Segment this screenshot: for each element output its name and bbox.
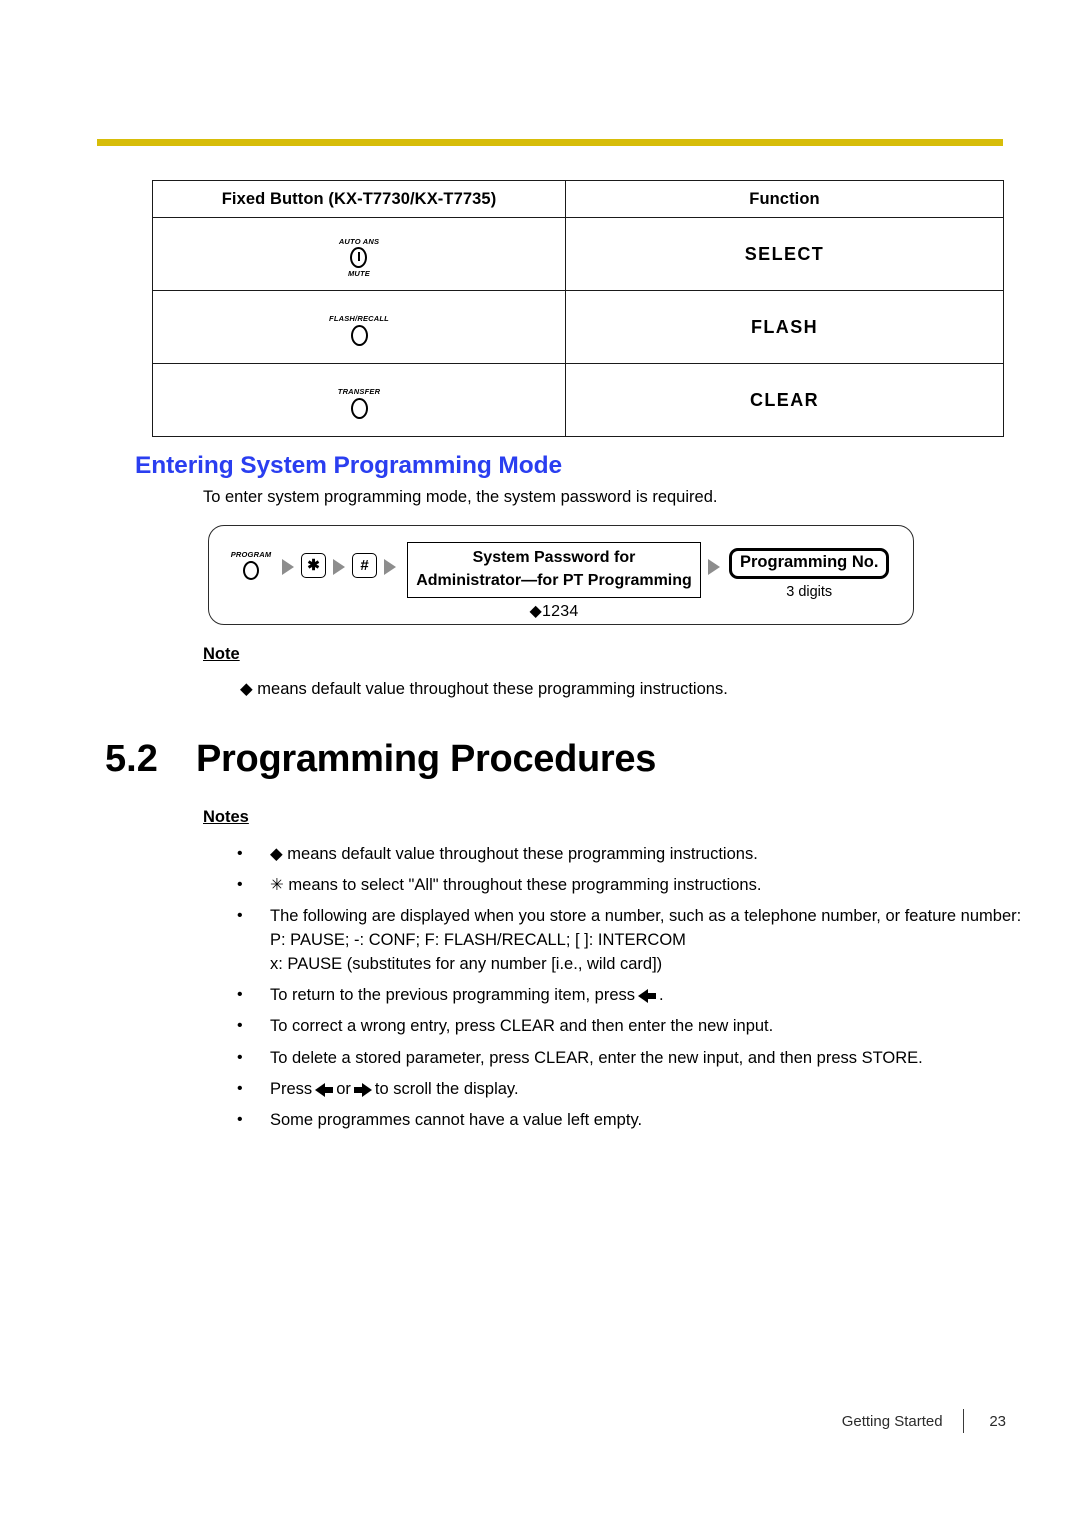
flow-arrow-icon	[384, 559, 396, 575]
bullet-icon: •	[237, 1048, 243, 1066]
note-text: ◆ means default value throughout these p…	[240, 680, 728, 698]
key-bottom-label: MUTE	[347, 269, 371, 278]
list-item: • ✳ means to select "All" throughout the…	[237, 873, 1027, 897]
page-footer: Getting Started 23	[0, 1409, 1080, 1433]
transfer-key-icon: TRANSFER	[338, 388, 380, 419]
flow-arrow-icon	[333, 559, 345, 575]
list-item: • The following are displayed when you s…	[237, 904, 1027, 976]
note-extra-line: P: PAUSE; -: CONF; F: FLASH/RECALL; [ ]:…	[270, 931, 686, 950]
fixed-button-function-table: Fixed Button (KX-T7730/KX-T7735) Functio…	[152, 180, 1004, 437]
system-password-line2: Administrator—for PT Programming	[416, 571, 692, 589]
table-row: AUTO ANS MUTE SELECT	[152, 217, 1004, 291]
list-item: • ◆ means default value throughout these…	[237, 842, 1027, 866]
oval-key-icon	[243, 561, 259, 580]
note-text-group: The following are displayed when you sto…	[270, 904, 1027, 976]
note-text-before: To return to the previous programming it…	[270, 986, 635, 1005]
notes-title: Notes	[203, 808, 249, 826]
note-text-after: to scroll the display.	[374, 1079, 519, 1098]
entering-mode-heading: Entering System Programming Mode	[135, 452, 562, 479]
flow-arrow-icon	[708, 559, 720, 575]
program-key-label: PROGRAM	[230, 550, 272, 559]
oval-key-icon	[350, 324, 368, 346]
column-header-function: Function	[565, 180, 1004, 218]
fixed-button-cell: TRANSFER	[152, 363, 566, 437]
program-key-icon: PROGRAM	[227, 550, 275, 580]
bullet-icon: •	[237, 876, 243, 894]
key-top-label: AUTO ANS	[338, 236, 380, 246]
page-title: Programming Procedures	[196, 738, 657, 780]
bullet-icon: •	[237, 986, 243, 1004]
list-item: • To delete a stored parameter, press CL…	[237, 1046, 1027, 1070]
system-password-box: System Password for Administrator—for PT…	[407, 542, 701, 599]
note-text-after: .	[659, 986, 664, 1005]
note-text: To delete a stored parameter, press CLEA…	[270, 1048, 923, 1067]
footer-divider	[962, 1409, 964, 1433]
list-item: • Some programmes cannot have a value le…	[237, 1108, 1027, 1132]
key-top-label: TRANSFER	[337, 387, 381, 397]
fixed-button-cell: AUTO ANS MUTE	[152, 217, 566, 291]
list-item: • Press or to scroll the display.	[237, 1077, 1027, 1101]
star-key-icon: ✱	[301, 553, 326, 578]
table-header-row: Fixed Button (KX-T7730/KX-T7735) Functio…	[152, 180, 1004, 218]
programming-flow-diagram: PROGRAM ✱ # System Password for Administ…	[208, 525, 914, 625]
footer-section-name: Getting Started	[841, 1412, 943, 1430]
key-top-label: FLASH/RECALL	[329, 314, 389, 324]
arrow-right-icon	[353, 1082, 373, 1097]
note-text-before: Press	[270, 1079, 313, 1098]
function-cell: CLEAR	[565, 363, 1004, 437]
flash-recall-key-icon: FLASH/RECALL	[329, 315, 389, 346]
function-cell: SELECT	[565, 217, 1004, 291]
note-text-group: Press or to scroll the display.	[270, 1077, 1027, 1101]
system-password-default: ◆1234	[529, 603, 579, 621]
arrow-left-icon	[637, 989, 657, 1004]
note-text: ✳ means to select "All" throughout these…	[270, 876, 762, 895]
bullet-icon: •	[237, 1079, 243, 1097]
oval-key-icon	[350, 397, 368, 419]
note-text: ◆ means default value throughout these p…	[270, 845, 758, 863]
section-number: 5.2	[105, 738, 158, 780]
table-row: TRANSFER CLEAR	[152, 363, 1004, 437]
note-text-group: To return to the previous programming it…	[270, 983, 1027, 1007]
hash-key-icon: #	[352, 553, 377, 578]
bullet-icon: •	[237, 845, 243, 862]
note-text-middle: or	[336, 1079, 351, 1098]
system-password-step: System Password for Administrator—for PT…	[407, 542, 701, 621]
list-item: • To correct a wrong entry, press CLEAR …	[237, 1014, 1027, 1038]
programming-no-sublabel: 3 digits	[786, 583, 833, 600]
arrow-left-icon	[314, 1082, 334, 1097]
note-text: The following are displayed when you sto…	[270, 907, 1022, 926]
bullet-icon: •	[237, 1017, 243, 1035]
programming-no-step: Programming No. 3 digits	[729, 548, 890, 600]
auto-ans-mute-key-icon: AUTO ANS MUTE	[338, 236, 380, 278]
note-title: Note	[203, 645, 240, 663]
bullet-icon: •	[237, 907, 243, 925]
oval-power-key-icon	[350, 247, 368, 268]
fixed-button-cell: FLASH/RECALL	[152, 290, 566, 364]
notes-list: • ◆ means default value throughout these…	[237, 842, 1027, 1139]
bullet-icon: •	[237, 1110, 243, 1128]
function-cell: FLASH	[565, 290, 1004, 364]
note-text: To correct a wrong entry, press CLEAR an…	[270, 1017, 774, 1036]
flow-arrow-icon	[282, 559, 294, 575]
entering-mode-intro: To enter system programming mode, the sy…	[203, 488, 718, 506]
note-text: Some programmes cannot have a value left…	[270, 1110, 643, 1129]
system-password-line1: System Password for	[472, 549, 636, 566]
programming-no-box: Programming No.	[729, 548, 890, 579]
table-row: FLASH/RECALL FLASH	[152, 290, 1004, 364]
column-header-fixed-button: Fixed Button (KX-T7730/KX-T7735)	[152, 180, 566, 218]
top-gold-rule	[97, 139, 1003, 146]
list-item: • To return to the previous programming …	[237, 983, 1027, 1007]
note-extra-line: x: PAUSE (substitutes for any number [i.…	[270, 955, 663, 974]
footer-page-number: 23	[989, 1412, 1006, 1430]
